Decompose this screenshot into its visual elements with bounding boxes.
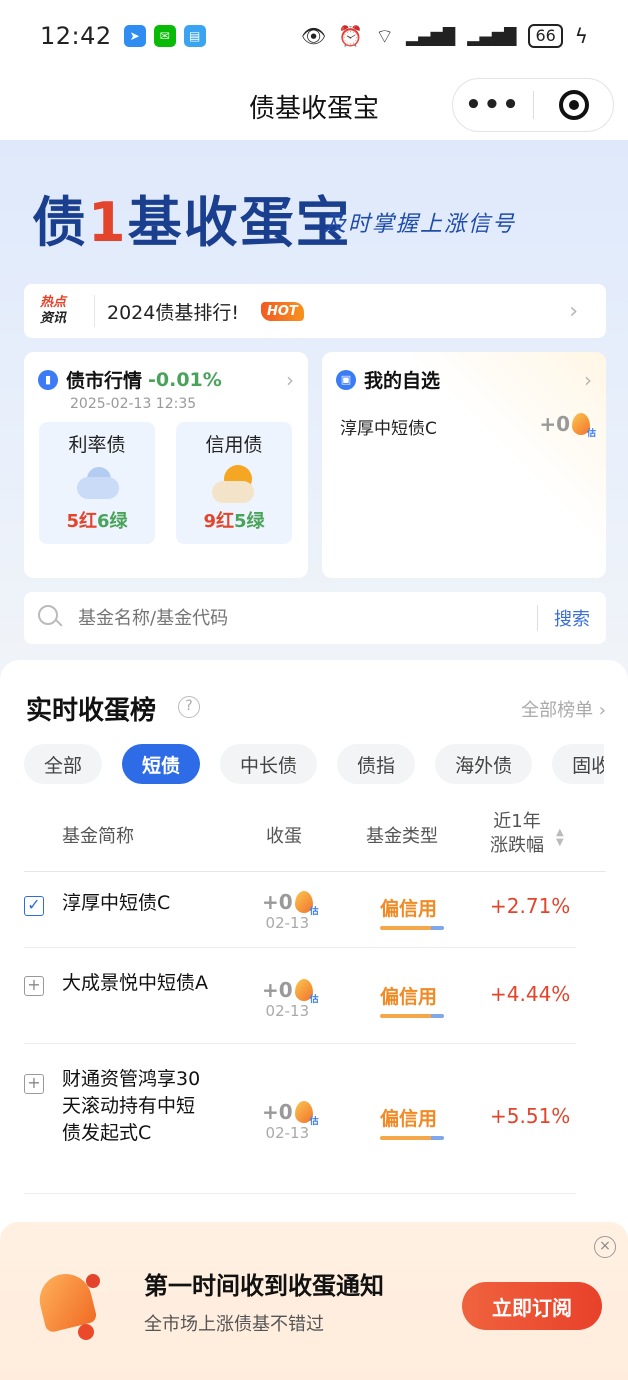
type-bar (380, 1136, 444, 1140)
ranking-title: 实时收蛋榜 (26, 696, 157, 726)
divider (537, 605, 538, 631)
header-change[interactable]: 近1年 涨跌幅 (490, 810, 544, 858)
chevron-right-icon: › (584, 368, 592, 392)
app-notification-icon: ▤ (183, 25, 206, 47)
bookmark-icon: ▣ (336, 369, 356, 390)
fund-change: +4.44% (490, 982, 571, 1006)
subscribe-desc: 全市场上涨债基不错过 (144, 1314, 324, 1335)
chevron-right-icon: › (569, 298, 578, 324)
chevron-right-icon: › (286, 368, 294, 392)
tab-mid-long-bond[interactable]: 中长债 (220, 744, 318, 784)
favorites-card[interactable]: ▣ 我的自选 › 淳厚中短债C +0 估 (322, 352, 606, 578)
brand-logo: 债1基收蛋宝 (32, 191, 352, 254)
partly-sunny-icon (210, 465, 258, 503)
table-row[interactable]: ✓ 淳厚中短债C +0 估 02-13 偏信用 +2.71% (24, 872, 576, 948)
fund-type: 偏信用 (380, 898, 438, 920)
status-time: 12:42 (40, 22, 112, 50)
fund-type: 偏信用 (380, 986, 438, 1008)
signal-icon: ▂▄▆█ (467, 26, 517, 46)
hot-badge: HOT (260, 301, 304, 321)
tab-all[interactable]: 全部 (24, 744, 103, 784)
market-title: 债市行情 (66, 370, 143, 392)
favorite-fund-name[interactable]: 淳厚中短债C (340, 414, 437, 439)
credit-bond-card[interactable]: 信用债 9红5绿 (176, 422, 292, 544)
miniprogram-capsule: ••• (452, 78, 614, 132)
fund-name: 淳厚中短债C (62, 892, 171, 914)
close-miniprogram-button[interactable] (534, 90, 613, 120)
tab-bond-index[interactable]: 债指 (337, 744, 416, 784)
hot-news-bar[interactable]: 热点 资讯 2024债基排行! HOT › (24, 284, 606, 338)
charging-icon: ϟ (574, 24, 588, 48)
app-notification-icon: ➤ (123, 25, 146, 47)
subscribe-button[interactable]: 立即订阅 (462, 1282, 602, 1330)
bond-market-card[interactable]: ▮ 债市行情 -0.01% › 2025-02-13 12:35 利率债 5红6… (24, 352, 308, 578)
divider (94, 295, 95, 327)
brand-slogan: 及时掌握上涨信号 (324, 212, 517, 237)
egg-icon: 估 (294, 891, 319, 917)
category-tabs: 全部 短债 中长债 债指 海外债 固收+ (24, 744, 604, 784)
type-bar (380, 926, 444, 930)
status-bar: 12:42 ➤ ✉ ▤ 👁 ⏰ ⌔ ▂▄▆█ ▂▄▆█ 66 ϟ (0, 0, 628, 72)
eye-icon: 👁 (300, 24, 327, 48)
notification-icons: ➤ ✉ ▤ (123, 25, 206, 47)
help-icon[interactable]: ? (178, 696, 200, 718)
search-bar: 搜索 (24, 592, 606, 644)
tab-fixed-income-plus[interactable]: 固收+ (552, 744, 604, 784)
type-bar (380, 1014, 444, 1018)
bell-icon (30, 1268, 100, 1340)
search-input[interactable] (78, 607, 498, 629)
egg-icon: 估 (572, 413, 596, 439)
alarm-icon: ⏰ (338, 24, 364, 48)
checkbox-checked-icon[interactable]: ✓ (24, 896, 44, 916)
fund-change: +2.71% (490, 894, 571, 918)
header-egg: 收蛋 (266, 826, 302, 847)
all-rankings-link[interactable]: 全部榜单 › (521, 696, 606, 722)
favorites-title: 我的自选 (364, 370, 441, 392)
hot-news-text: 2024债基排行! (107, 301, 239, 324)
egg-cell: +0 估 02-13 (262, 890, 319, 932)
wifi-icon: ⌔ (375, 23, 394, 48)
target-icon (558, 90, 589, 120)
fund-name: 财通资管鸿享30天滚动持有中短债发起式C (62, 1068, 201, 1144)
favorite-fund-egg: +0 估 (539, 412, 596, 439)
table-row[interactable]: + 财通资管鸿享30天滚动持有中短债发起式C +0 估 02-13 偏信用 +5.… (24, 1044, 576, 1194)
egg-icon: 估 (294, 1101, 319, 1127)
table-row[interactable]: + 大成景悦中短债A +0 估 02-13 偏信用 +4.44% (24, 948, 576, 1044)
cloudy-icon (73, 465, 121, 501)
fund-name: 大成景悦中短债A (62, 972, 208, 994)
add-icon[interactable]: + (24, 976, 44, 996)
search-button[interactable]: 搜索 (554, 605, 590, 631)
close-icon[interactable]: × (594, 1236, 616, 1258)
tab-short-bond[interactable]: 短债 (122, 744, 201, 784)
signal-icon: ▂▄▆█ (406, 26, 456, 46)
hot-news-tag: 热点 资讯 (40, 295, 67, 326)
wechat-icon: ✉ (153, 25, 176, 47)
table-header: 基金简称 收蛋 基金类型 近1年 涨跌幅 ▲ ▼ (24, 804, 606, 872)
nav-bar: 债基收蛋宝 ••• (0, 72, 628, 140)
market-date: 2025-02-13 12:35 (70, 396, 197, 412)
subscribe-title: 第一时间收到收蛋通知 (144, 1272, 384, 1300)
more-button[interactable]: ••• (453, 90, 533, 120)
sort-icon[interactable]: ▲ ▼ (556, 828, 564, 848)
search-icon (38, 605, 64, 631)
egg-icon: 估 (294, 979, 319, 1005)
header-type: 基金类型 (366, 826, 438, 847)
add-icon[interactable]: + (24, 1074, 44, 1094)
fund-type: 偏信用 (380, 1108, 438, 1130)
chart-icon: ▮ (38, 369, 58, 390)
egg-cell: +0 估 02-13 (262, 978, 319, 1020)
subscribe-banner: 第一时间收到收蛋通知 全市场上涨债基不错过 立即订阅 × (0, 1222, 628, 1380)
tab-overseas-bond[interactable]: 海外债 (435, 744, 533, 784)
rate-bond-card[interactable]: 利率债 5红6绿 (39, 422, 155, 544)
fund-change: +5.51% (490, 1104, 571, 1128)
header-name: 基金简称 (62, 826, 134, 847)
market-change: -0.01% (148, 368, 222, 391)
egg-cell: +0 估 02-13 (262, 1100, 319, 1142)
battery-indicator: 66 (528, 24, 563, 48)
